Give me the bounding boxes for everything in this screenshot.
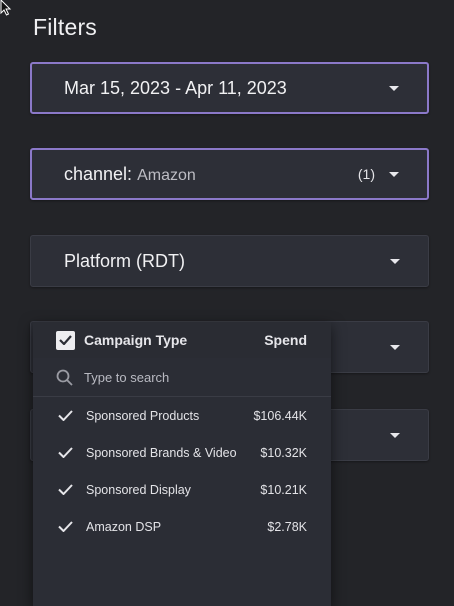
- campaign-type-column-label: Campaign Type: [84, 332, 188, 348]
- option-label: Amazon DSP: [86, 519, 162, 534]
- search-input[interactable]: Type to search: [84, 370, 169, 385]
- option-sponsored-brands-video[interactable]: Sponsored Brands & Video $10.32K: [33, 434, 331, 471]
- chevron-down-icon[interactable]: [390, 258, 400, 264]
- option-sponsored-products[interactable]: Sponsored Products $106.44K: [33, 397, 331, 434]
- date-range-label: Mar 15, 2023 - Apr 11, 2023: [64, 77, 287, 98]
- option-spend: $10.21K: [260, 482, 307, 497]
- mouse-pointer-icon: [0, 0, 12, 16]
- search-field[interactable]: Type to search: [33, 358, 331, 397]
- filters-title: Filters: [33, 14, 98, 40]
- spend-column-label[interactable]: Spend: [264, 332, 307, 348]
- chevron-down-icon[interactable]: [389, 171, 399, 177]
- channel-label: channel:: [64, 163, 133, 184]
- channel-value: Amazon: [137, 166, 196, 184]
- chevron-down-icon[interactable]: [390, 344, 400, 350]
- checkmark-icon: [59, 335, 72, 345]
- option-label: Sponsored Products: [86, 408, 200, 423]
- option-spend: $10.32K: [260, 445, 307, 460]
- search-icon: [56, 369, 73, 386]
- dropdown-header: Campaign Type Spend: [33, 322, 331, 358]
- option-label: Sponsored Display: [86, 482, 191, 497]
- option-spend: $106.44K: [253, 408, 307, 423]
- selection-count-badge: (1): [357, 166, 375, 182]
- campaign-type-dropdown: Campaign Type Spend Type to search Spons…: [33, 322, 331, 606]
- date-range-filter[interactable]: Mar 15, 2023 - Apr 11, 2023: [30, 62, 429, 114]
- channel-filter[interactable]: channel: Amazon (1): [30, 148, 429, 200]
- channel-filter-label: channel: Amazon: [64, 164, 358, 185]
- checkmark-icon: [58, 521, 74, 532]
- chevron-down-icon[interactable]: [390, 432, 400, 438]
- chevron-down-icon[interactable]: [389, 85, 399, 91]
- checkmark-icon: [58, 410, 74, 421]
- platform-filter[interactable]: Platform (RDT): [30, 235, 429, 287]
- option-label: Sponsored Brands & Video: [86, 445, 237, 460]
- option-amazon-dsp[interactable]: Amazon DSP $2.78K: [33, 508, 331, 545]
- select-all-checkbox[interactable]: [56, 330, 75, 350]
- checkmark-icon: [58, 484, 74, 495]
- option-spend: $2.78K: [267, 519, 307, 534]
- checkmark-icon: [58, 447, 74, 458]
- platform-label: Platform (RDT): [64, 250, 185, 271]
- option-sponsored-display[interactable]: Sponsored Display $10.21K: [33, 471, 331, 508]
